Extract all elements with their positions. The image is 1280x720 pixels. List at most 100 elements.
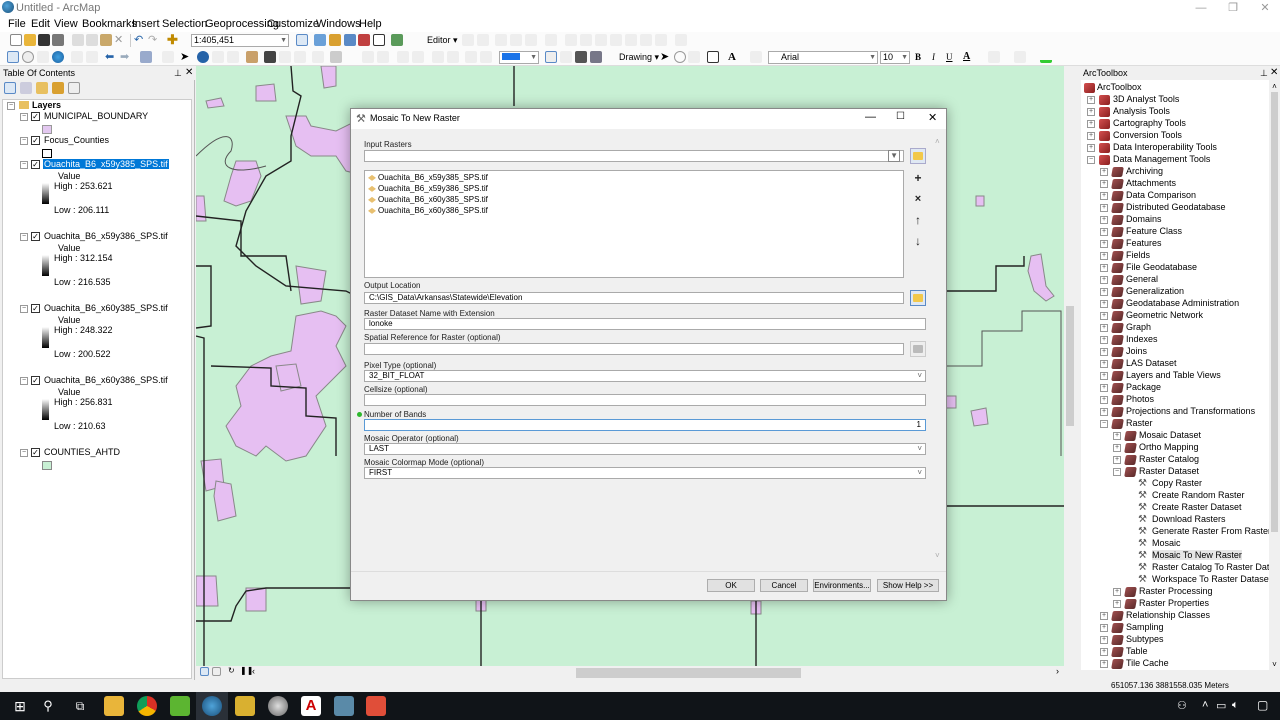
menu-selection[interactable]: Selection <box>162 18 207 30</box>
toggle-layout-icon[interactable] <box>545 51 557 63</box>
arctoolbox-item[interactable]: Archiving <box>1126 166 1163 176</box>
add-data-icon[interactable]: ✚ <box>167 33 179 46</box>
refresh-icon[interactable]: ↻ <box>228 666 235 675</box>
tree-expander-icon[interactable]: + <box>1113 600 1121 608</box>
layer-visibility-checkbox[interactable]: ✓ <box>31 448 40 457</box>
straight-segment-icon[interactable] <box>495 34 507 46</box>
spatial-reference-field[interactable] <box>364 343 904 355</box>
edit-vertices-drawing-icon[interactable] <box>750 51 762 63</box>
arctoolbox-item[interactable]: Generalization <box>1126 286 1184 296</box>
scroll-down-icon[interactable]: ˅ <box>1269 660 1280 669</box>
data-view-icon[interactable] <box>200 667 209 676</box>
arctoolbox-item[interactable]: Projections and Transformations <box>1126 406 1255 416</box>
select-elements-icon[interactable]: ➤ <box>180 51 192 63</box>
raster-list-item[interactable]: Ouachita_B6_x60y385_SPS.tif <box>368 194 488 205</box>
editor-menu[interactable]: Editor ▾ <box>427 35 458 46</box>
layer-visibility-checkbox[interactable]: ✓ <box>31 112 40 121</box>
reshape-icon[interactable] <box>580 34 592 46</box>
layout-zoom-combo[interactable]: ▼ <box>499 51 539 64</box>
create-viewer-icon[interactable] <box>330 51 342 63</box>
tree-expander-icon[interactable]: + <box>1100 324 1108 332</box>
layer-collapse-icon[interactable]: − <box>20 305 28 313</box>
tree-expander-icon[interactable]: + <box>1100 300 1108 308</box>
focus-data-frame-icon[interactable] <box>590 51 602 63</box>
underline-button[interactable]: U <box>946 52 953 62</box>
arctoolbox-item[interactable]: Analysis Tools <box>1113 106 1170 116</box>
tree-expander-icon[interactable]: + <box>1100 252 1108 260</box>
dialog-scroll-up-icon[interactable]: ˄ <box>935 137 940 146</box>
arctoolbox-item[interactable]: Attachments <box>1126 178 1176 188</box>
cut-polygons-icon[interactable] <box>595 34 607 46</box>
point-icon[interactable] <box>545 34 557 46</box>
colormap-mode-select[interactable]: FIRST ˅ <box>364 467 926 479</box>
fixed-zoom-in-icon[interactable] <box>71 51 83 63</box>
arctoolbox-item[interactable]: Raster Processing <box>1139 586 1213 596</box>
scroll-right-icon[interactable]: › <box>1056 666 1059 676</box>
arctoolbox-item[interactable]: Raster Dataset <box>1139 466 1199 476</box>
arctoolbox-item[interactable]: File Geodatabase <box>1126 262 1197 272</box>
chrome-icon[interactable] <box>137 696 157 716</box>
search-icon[interactable]: ⚲ <box>38 696 58 716</box>
pin-icon[interactable]: ⊥ <box>1260 68 1268 79</box>
layer-ouachita-x59y385[interactable]: Ouachita_B6_x59y385_SPS.tif <box>43 159 169 169</box>
arctoolbox-item[interactable]: Download Rasters <box>1152 514 1226 524</box>
arctoolbox-item[interactable]: Layers and Table Views <box>1126 370 1221 380</box>
arctoolbox-item[interactable]: Generate Raster From Raster Funct <box>1152 526 1269 536</box>
dataset-name-field[interactable]: lonoke <box>364 318 926 330</box>
layer-collapse-icon[interactable]: − <box>20 113 28 121</box>
rectangle-icon[interactable] <box>707 51 719 63</box>
delete-icon[interactable]: ✕ <box>114 34 126 46</box>
menu-view[interactable]: View <box>54 18 78 30</box>
arctoolbox-close-icon[interactable]: ✕ <box>1270 67 1278 78</box>
tree-expander-icon[interactable]: + <box>1087 144 1095 152</box>
clear-selection-icon[interactable] <box>162 51 174 63</box>
search-window-icon[interactable] <box>344 34 356 46</box>
arctoolbox-item[interactable]: Raster Catalog <box>1139 454 1199 464</box>
map-vscroll-thumb[interactable] <box>1066 306 1074 426</box>
layout-forward-icon[interactable] <box>465 51 477 63</box>
layout-zoom-out-icon[interactable] <box>377 51 389 63</box>
tree-expander-icon[interactable]: + <box>1087 120 1095 128</box>
tree-expander-icon[interactable]: + <box>1100 360 1108 368</box>
arctoolbox-item[interactable]: Geodatabase Administration <box>1126 298 1239 308</box>
menu-customize[interactable]: Customize <box>267 18 319 30</box>
tree-expander-icon[interactable]: + <box>1100 192 1108 200</box>
tree-expander-icon[interactable]: + <box>1100 336 1108 344</box>
layer-collapse-icon[interactable]: − <box>20 137 28 145</box>
layer-visibility-checkbox[interactable]: ✓ <box>31 160 40 169</box>
menu-bookmarks[interactable]: Bookmarks <box>82 18 137 30</box>
close-button[interactable]: ✕ <box>1250 0 1280 16</box>
rotate-icon[interactable] <box>625 34 637 46</box>
go-to-xy-icon[interactable] <box>294 51 306 63</box>
tree-expander-icon[interactable]: + <box>1100 276 1108 284</box>
cut-icon[interactable] <box>72 34 84 46</box>
attributes-icon[interactable] <box>640 34 652 46</box>
forward-extent-icon[interactable]: ➡ <box>120 51 132 63</box>
html-popup-icon[interactable] <box>227 51 239 63</box>
tree-expander-icon[interactable]: + <box>1100 408 1108 416</box>
windows-start-icon[interactable]: ⊞ <box>10 696 30 716</box>
save-icon[interactable] <box>38 34 50 46</box>
layers-root[interactable]: Layers <box>32 100 61 110</box>
browse-input-folder-icon[interactable] <box>910 148 926 164</box>
arctoolbox-item[interactable]: Data Comparison <box>1126 190 1196 200</box>
new-text-icon[interactable]: A <box>728 51 740 63</box>
hyperlink-icon[interactable] <box>212 51 224 63</box>
arctoolbox-item[interactable]: Subtypes <box>1126 634 1164 644</box>
layer-collapse-icon[interactable]: − <box>20 377 28 385</box>
network-tool-icon[interactable] <box>334 696 354 716</box>
tree-expander-icon[interactable]: − <box>1087 156 1095 164</box>
create-features-icon[interactable] <box>675 34 687 46</box>
table-of-contents-icon[interactable] <box>314 34 326 46</box>
tree-expander-icon[interactable]: + <box>1100 384 1108 392</box>
tree-expander-icon[interactable]: + <box>1087 96 1095 104</box>
arctoolbox-item[interactable]: Raster <box>1126 418 1153 428</box>
arctoolbox-item[interactable]: Indexes <box>1126 334 1158 344</box>
find-icon[interactable] <box>264 51 276 63</box>
italic-button[interactable]: I <box>932 52 935 62</box>
arctoolbox-scroll-thumb[interactable] <box>1271 92 1278 532</box>
volume-icon[interactable]: 🔈︎ <box>1232 699 1239 712</box>
show-hidden-icons[interactable]: ˄ <box>1202 699 1208 711</box>
add-raster-button[interactable]: + <box>910 170 926 186</box>
restore-button[interactable]: ❐ <box>1218 0 1248 16</box>
